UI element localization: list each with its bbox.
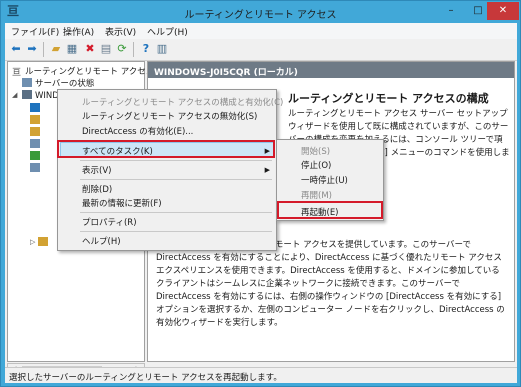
tree-root[interactable]: 亘ルーティングとリモート アクセス	[12, 65, 155, 78]
menu-item-help[interactable]: ヘルプ(H)	[82, 235, 121, 249]
properties-icon[interactable]: ▤	[99, 42, 113, 56]
console-tree-icon[interactable]: ▦	[65, 42, 79, 56]
server-status-icon	[22, 78, 32, 87]
back-arrow-icon[interactable]: ⬅	[9, 42, 23, 56]
menu-item-directaccess[interactable]: DirectAccess の有効化(E)...	[82, 125, 193, 139]
server-icon	[22, 90, 32, 99]
title-bar[interactable]: 亘 ルーティングとリモート アクセス – □ ✕	[1, 1, 520, 23]
submenu-item-stop[interactable]: 停止(O)	[301, 159, 331, 173]
expand-icon[interactable]: ▷	[30, 238, 35, 246]
status-bar: 選択したサーバーのルーティングとリモート アクセスを再起動します。	[5, 367, 517, 383]
routing-icon: 亘	[12, 68, 22, 78]
annotation-highlight-restart	[277, 201, 383, 219]
up-folder-icon[interactable]: ▰	[49, 42, 63, 56]
menu-help[interactable]: ヘルプ(H)	[147, 25, 188, 38]
toolbar: ⬅ ➡ ▰ ▦ ✖ ▤ ⟳ ? ▥	[5, 39, 517, 61]
remote-access-clients-icon[interactable]	[30, 115, 40, 124]
context-menu: ルーティングとリモート アクセスの構成と有効化(C) ルーティングとリモート ア…	[57, 89, 283, 251]
submenu-arrow-icon: ▶	[264, 166, 270, 174]
menu-item-configure[interactable]: ルーティングとリモート アクセスの構成と有効化(C)	[82, 96, 283, 110]
toolbar-separator	[133, 42, 134, 57]
help-icon[interactable]: ?	[139, 42, 153, 56]
menu-separator	[80, 160, 272, 161]
tree-root-label: ルーティングとリモート アクセス	[25, 67, 155, 77]
menu-item-refresh[interactable]: 最新の情報に更新(F)	[82, 197, 162, 211]
submenu-item-pause[interactable]: 一時停止(U)	[301, 174, 348, 188]
details-header: WINDOWS-J0I5CQR (ローカル)	[148, 62, 514, 78]
menu-item-properties[interactable]: プロパティ(R)	[82, 216, 137, 230]
menu-item-disable[interactable]: ルーティングとリモート アクセスの無効化(S)	[82, 110, 257, 124]
ports-icon[interactable]	[30, 127, 40, 136]
app-window: 亘 ルーティングとリモート アクセス – □ ✕ ファイル(F) 操作(A) 表…	[0, 0, 521, 387]
collapse-icon[interactable]: ◢	[12, 91, 17, 99]
menu-bar: ファイル(F) 操作(A) 表示(V) ヘルプ(H)	[5, 23, 517, 39]
menu-view[interactable]: 表示(V)	[105, 25, 136, 38]
network-interfaces-icon[interactable]	[30, 103, 40, 112]
content-heading: ルーティングとリモート アクセスの構成	[288, 92, 489, 105]
tree-server-status-label: サーバーの状態	[35, 79, 95, 89]
toolbar-separator	[43, 42, 44, 57]
menu-item-view[interactable]: 表示(V)	[82, 164, 111, 178]
refresh-icon[interactable]: ⟳	[115, 42, 129, 56]
tree-server-status[interactable]: サーバーの状態	[22, 77, 94, 89]
forward-arrow-icon[interactable]: ➡	[25, 42, 39, 56]
menu-separator	[80, 179, 272, 180]
minimize-button[interactable]: –	[438, 2, 464, 20]
close-button[interactable]: ✕	[487, 2, 519, 20]
action-pane-icon[interactable]: ▥	[155, 42, 169, 56]
ipv6-icon[interactable]	[38, 237, 48, 246]
policies-icon[interactable]	[30, 151, 40, 160]
menu-separator	[80, 212, 272, 213]
content-paragraph-2: このサーバーは、ポイントにリモート アクセスを提供しています。このサーバーで D…	[156, 240, 505, 328]
menu-action[interactable]: 操作(A)	[63, 25, 94, 38]
delete-icon[interactable]: ✖	[83, 42, 97, 56]
ipv4-icon[interactable]	[30, 163, 40, 172]
annotation-highlight-all-tasks	[57, 140, 275, 158]
menu-item-delete[interactable]: 削除(D)	[82, 183, 112, 197]
submenu-item-start[interactable]: 開始(S)	[301, 145, 330, 159]
menu-separator	[80, 231, 272, 232]
menu-file[interactable]: ファイル(F)	[11, 25, 59, 38]
status-text: 選択したサーバーのルーティングとリモート アクセスを再起動します。	[9, 373, 282, 383]
logging-icon[interactable]	[30, 139, 40, 148]
